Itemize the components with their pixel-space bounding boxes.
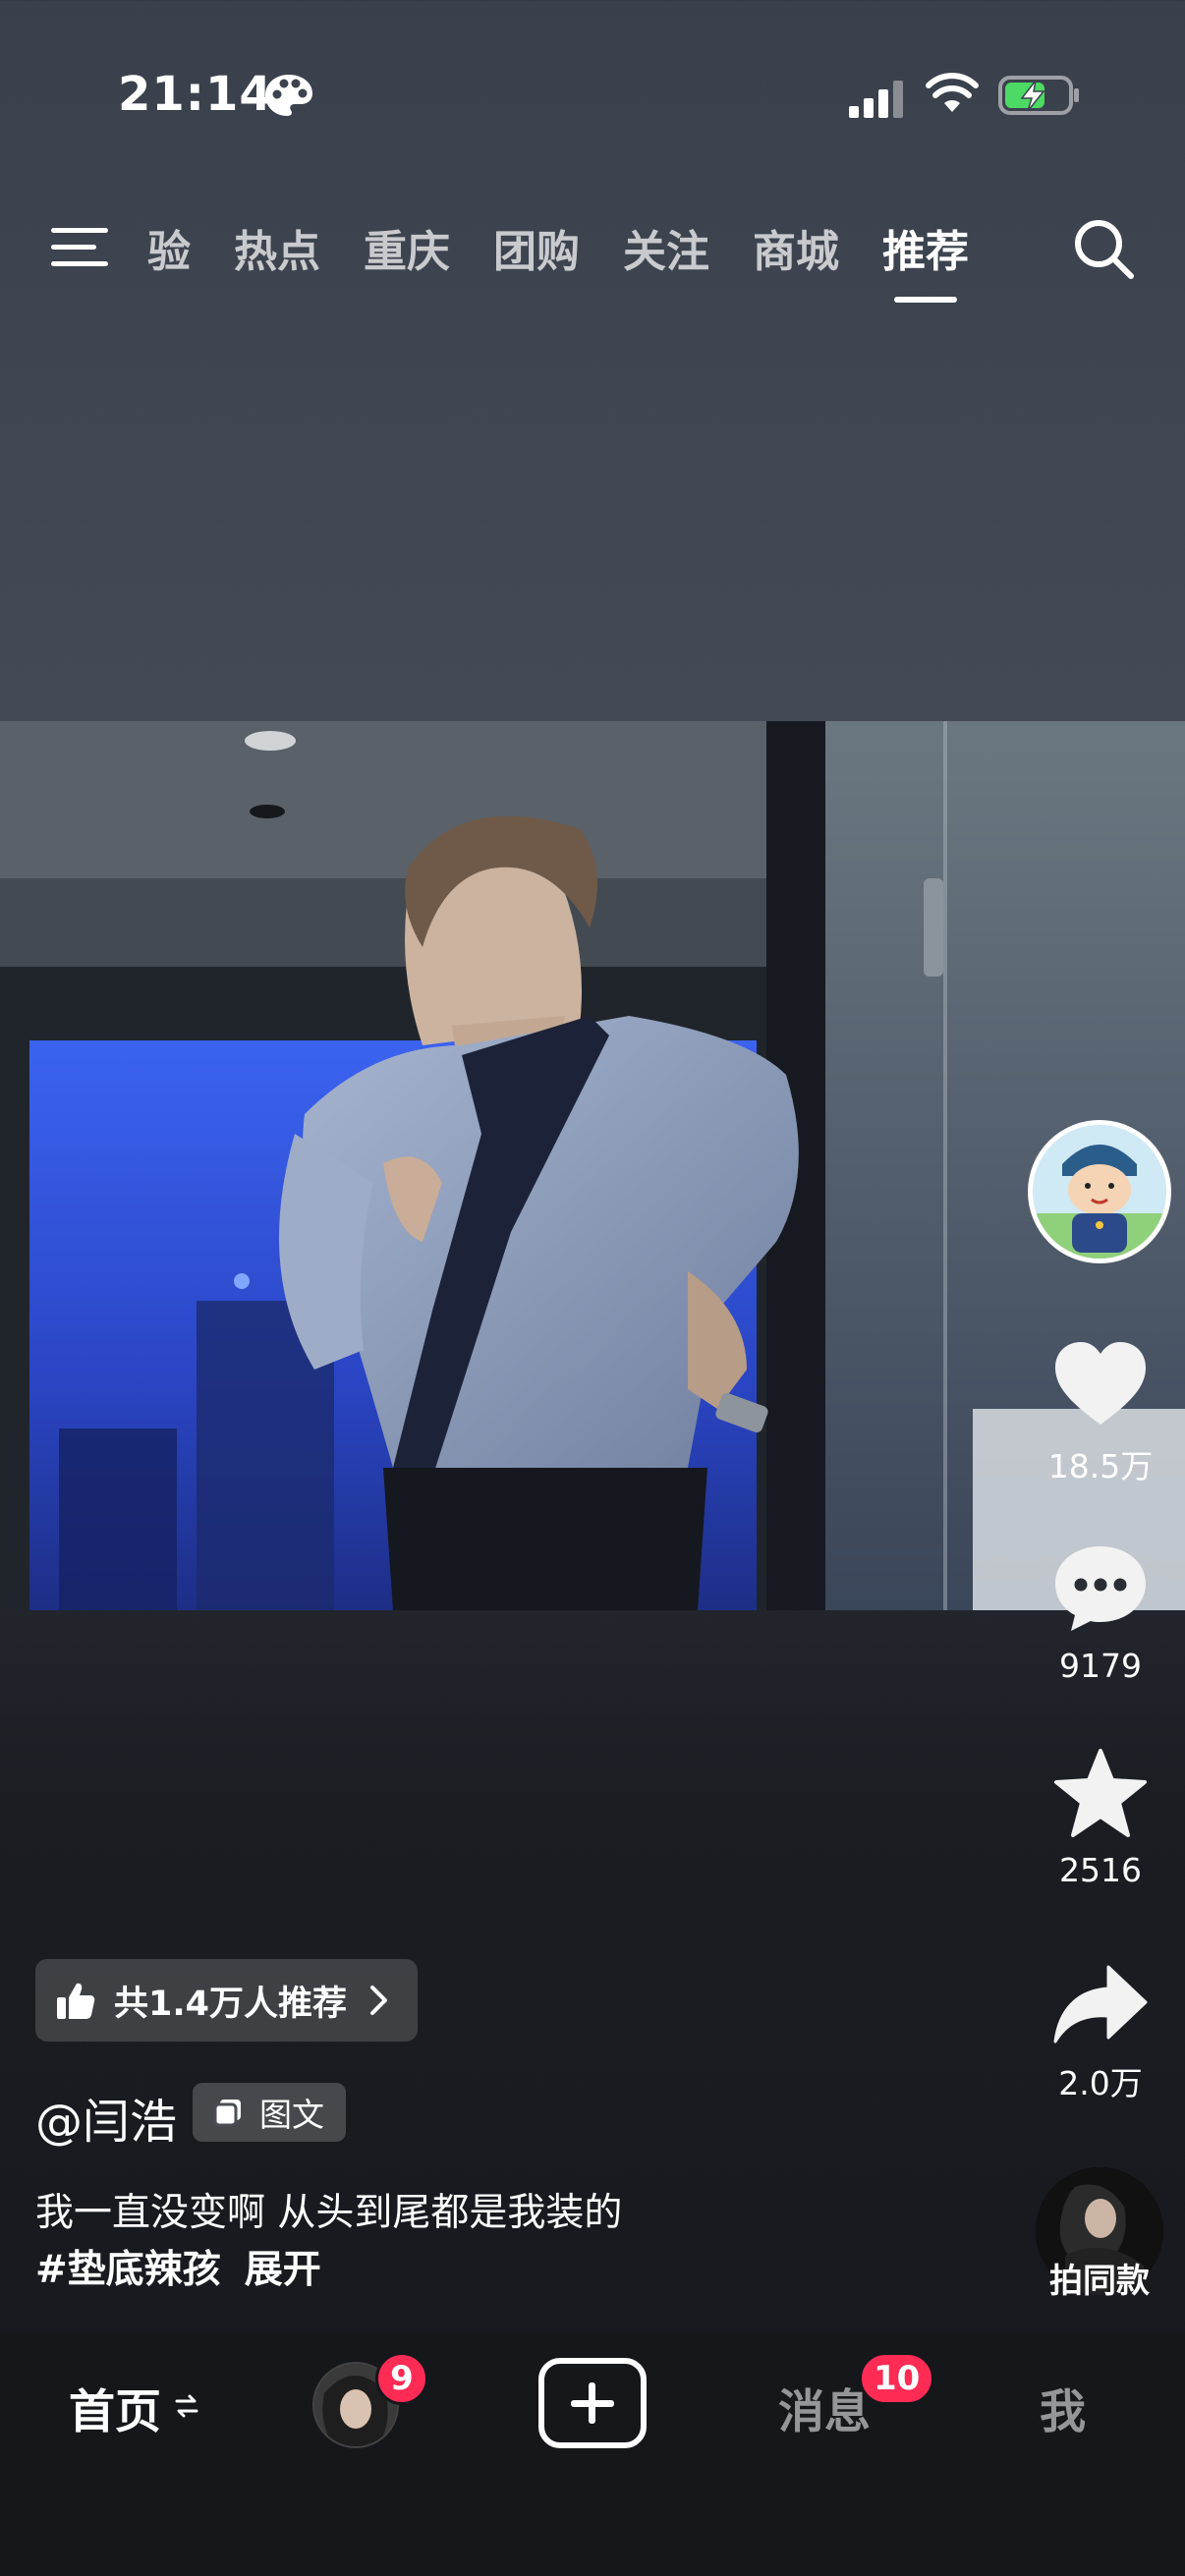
favorite-button[interactable]: 2516 [1032, 1747, 1169, 1889]
tab-home[interactable]: 首页 [69, 2374, 161, 2441]
menu-icon[interactable] [49, 224, 112, 271]
tab-messages[interactable]: 消息 [778, 2374, 871, 2441]
friends-badge: 9 [375, 2352, 428, 2405]
tab-hot[interactable]: 热点 [234, 216, 320, 285]
image-text-icon [213, 2100, 241, 2127]
tab-chongqing[interactable]: 重庆 [364, 216, 450, 285]
recommend-count-label: 共1.4万人推荐 [114, 1984, 348, 2024]
create-post-button[interactable] [538, 2358, 647, 2448]
post-type-label: 图文 [259, 2096, 324, 2134]
tab-partial[interactable]: 验 [147, 216, 191, 285]
search-icon[interactable] [1071, 216, 1136, 281]
favorite-count: 2516 [1059, 1851, 1142, 1889]
wifi-icon [926, 73, 979, 112]
share-button[interactable]: 2.0万 [1032, 1963, 1169, 2104]
cartoon-avatar-image [1033, 1125, 1166, 1259]
share-arrow-icon [1053, 1965, 1148, 2044]
messages-badge: 10 [859, 2352, 935, 2405]
star-icon [1054, 1749, 1147, 1837]
tab-mall[interactable]: 商城 [753, 216, 839, 285]
top-tabs: 验 热点 重庆 团购 关注 商城 推荐 [147, 216, 1012, 303]
chevron-right-icon [370, 1986, 388, 2015]
share-count: 2.0万 [1058, 2064, 1143, 2102]
like-count: 18.5万 [1047, 1447, 1154, 1485]
recommend-pill[interactable]: 共1.4万人推荐 [35, 1959, 419, 2042]
heart-icon [1055, 1342, 1146, 1425]
same-style-label[interactable]: 拍同款 [1012, 2254, 1185, 2302]
tab-group-buy[interactable]: 团购 [493, 216, 580, 285]
comment-icon [1055, 1546, 1146, 1631]
battery-charging-icon [998, 76, 1079, 115]
palette-icon [265, 75, 312, 116]
post-caption[interactable]: 我一直没变啊 从头到尾都是我装的 #垫底辣孩 展开 [35, 2185, 622, 2299]
photo-illustration [0, 721, 1185, 1610]
status-time: 21:14 [118, 67, 273, 122]
like-button[interactable]: 18.5万 [1032, 1338, 1169, 1487]
author-avatar[interactable] [1028, 1120, 1171, 1263]
tab-following[interactable]: 关注 [623, 216, 709, 285]
expand-link[interactable]: 展开 [245, 2248, 321, 2292]
comment-count: 9179 [1059, 1647, 1142, 1685]
caption-text: 我一直没变啊 从头到尾都是我装的 [35, 2191, 623, 2235]
tab-recommended[interactable]: 推荐 [882, 216, 969, 303]
cellular-signal-icon [849, 81, 903, 118]
tab-me[interactable]: 我 [1040, 2374, 1086, 2441]
hashtag-link[interactable]: #垫底辣孩 [35, 2248, 221, 2292]
author-name[interactable]: @闫浩 [35, 2083, 177, 2152]
post-photo[interactable] [0, 721, 1185, 1610]
post-type-badge: 图文 [193, 2083, 346, 2142]
thumbs-up-icon [57, 1983, 95, 2019]
switch-arrows-icon[interactable] [173, 2391, 200, 2421]
comment-button[interactable]: 9179 [1032, 1542, 1169, 1685]
